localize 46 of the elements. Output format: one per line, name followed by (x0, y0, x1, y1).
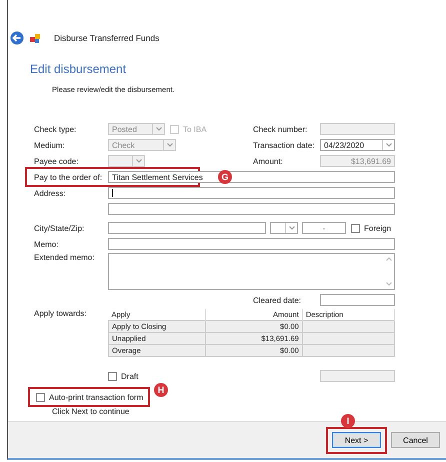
draft-checkbox[interactable] (108, 372, 117, 380)
back-icon[interactable] (10, 31, 24, 45)
field-label: City/State/Zip: (34, 224, 84, 232)
extended-memo-field[interactable] (108, 253, 395, 290)
page-heading: Edit disbursement (30, 62, 128, 76)
cancel-button[interactable]: Cancel (391, 432, 440, 448)
scroll-down-icon[interactable] (386, 282, 392, 286)
field-label: Extended memo: (34, 253, 94, 262)
foreign-checkbox[interactable] (351, 224, 360, 232)
next-button[interactable]: Next > (332, 432, 381, 448)
field-label: Memo: (34, 240, 58, 248)
transaction-date-picker[interactable]: 04/23/2020 (320, 139, 395, 151)
field-label: Medium: (34, 140, 65, 150)
chevron-down-icon (386, 143, 392, 147)
city-field[interactable] (108, 222, 266, 234)
field-label: Check number: (253, 124, 308, 134)
field-label: Transaction date: (253, 140, 315, 150)
hint-text: Click Next to continue (52, 407, 130, 416)
field-label: Amount: (253, 156, 283, 166)
cleared-date-field[interactable] (320, 294, 395, 306)
checkbox-label: Foreign (364, 224, 392, 232)
checkbox-label: To IBA (183, 124, 207, 134)
state-dropdown[interactable] (270, 222, 298, 234)
chevron-down-icon (166, 143, 172, 147)
callout-marker: H (154, 383, 168, 397)
address-field[interactable] (108, 203, 395, 215)
field-label: Address: (34, 188, 66, 198)
window-title: Disburse Transferred Funds (54, 33, 160, 43)
zip-field[interactable]: - (302, 222, 346, 234)
field-label: Pay to the order of: (34, 172, 102, 182)
chevron-down-icon (156, 127, 162, 131)
chevron-down-icon (288, 226, 294, 230)
auto-print-checkbox[interactable] (36, 392, 45, 402)
memo-field[interactable] (108, 238, 395, 250)
field-label: Check type: (34, 124, 76, 134)
callout-marker: I (341, 414, 355, 428)
callout-marker: G (218, 170, 232, 184)
app-icon (30, 33, 40, 43)
field-label: Payee code: (34, 156, 78, 166)
address-field[interactable] (108, 187, 395, 199)
checkbox-label: Draft (121, 372, 138, 380)
checkbox-label: Auto-print transaction form (49, 392, 144, 402)
scroll-up-icon[interactable] (386, 257, 392, 261)
field-label: Cleared date: (253, 296, 302, 304)
chevron-down-icon (136, 159, 142, 163)
field-label: Apply towards: (34, 309, 86, 318)
